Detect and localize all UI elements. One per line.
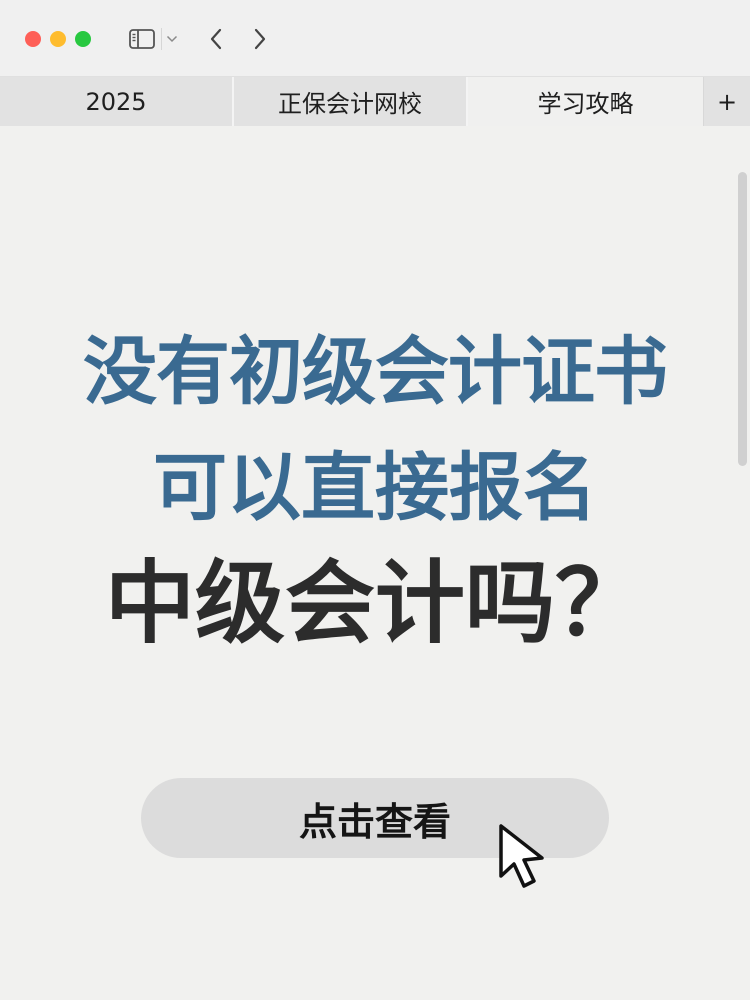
chevron-down-icon[interactable] [164,31,180,47]
vertical-scrollbar[interactable] [738,172,747,466]
close-window-button[interactable] [25,31,41,47]
sidebar-icon[interactable] [128,27,156,51]
headline-line-1: 没有初级会计证书 [83,329,668,415]
view-details-label: 点击查看 [298,799,451,844]
tab-bar: 2025 正保会计网校 学习攻略 + [0,77,750,126]
forward-arrow-icon[interactable] [247,26,273,52]
tab-label: 2025 [85,87,147,116]
tab-label: 学习攻略 [537,90,634,118]
new-tab-button[interactable]: + [704,77,750,126]
tab-label: 正保会计网校 [278,90,422,118]
plus-icon: + [716,87,738,116]
headline-line-2: 可以直接报名 [153,445,597,531]
zoom-window-button[interactable] [75,31,91,47]
back-arrow-icon[interactable] [203,26,229,52]
toolbar-divider [161,28,162,50]
window-titlebar [0,0,750,77]
tab-2025[interactable]: 2025 [0,77,234,126]
minimize-window-button[interactable] [50,31,66,47]
mouse-pointer-icon [496,822,560,894]
headline-line-3: 中级会计吗？ [105,551,645,656]
tab-zhengbao[interactable]: 正保会计网校 [234,77,468,126]
tab-study-guide[interactable]: 学习攻略 [468,77,704,126]
